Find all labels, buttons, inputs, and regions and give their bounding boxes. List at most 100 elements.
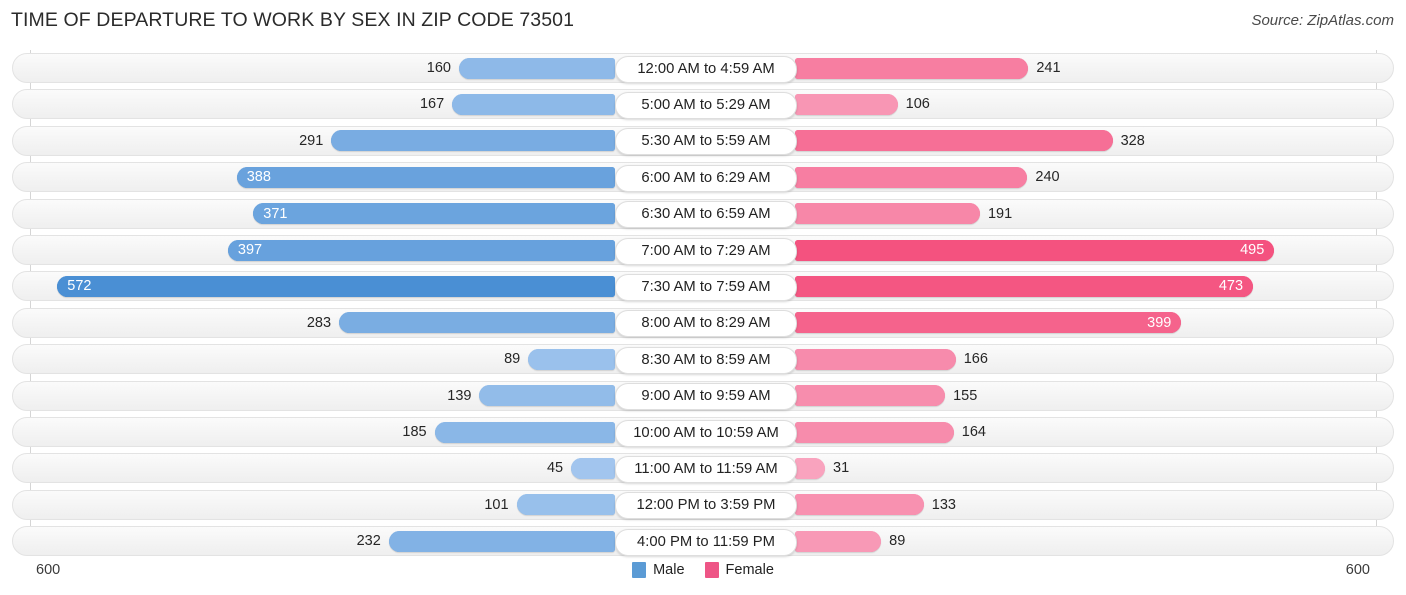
value-label-female: 399 [1147,314,1172,331]
bar-female-fill [795,203,980,225]
chart-row: 291 328 5:30 AM to 5:59 AM [12,125,1394,156]
chart-row: 167 106 5:00 AM to 5:29 AM [12,89,1394,120]
value-label-female: 106 [905,96,930,113]
value-label-male: 371 [263,205,288,222]
bar-female-fill [795,494,924,516]
bar-male-fill [571,457,615,479]
bar-female[interactable] [795,203,980,225]
bar-female-fill [795,348,956,370]
value-label-male: 397 [237,242,263,258]
bar-male[interactable] [528,348,615,370]
bar-male[interactable] [227,239,615,261]
category-label: 11:00 AM to 11:59 AM [615,455,797,483]
category-label: 4:00 PM to 11:59 PM [615,528,797,556]
page-title: TIME OF DEPARTURE TO WORK BY SEX IN ZIP … [11,9,575,31]
value-label-male: 232 [356,533,381,550]
chart-row: 283 399 8:00 AM to 8:29 AM [12,307,1394,338]
value-label-female: 240 [1035,169,1060,186]
bar-male[interactable] [57,275,615,297]
category-label: 8:00 AM to 8:29 AM [615,310,797,338]
bar-female-fill [795,57,1029,79]
bar-male-fill [479,385,615,407]
value-label-male: 167 [419,96,445,113]
legend-item[interactable]: Male [632,562,685,578]
chart-plot-area: 160 241 12:00 AM to 4:59 AM 167 106 5:00 AM t… [0,50,1406,557]
value-label-female: 495 [1240,242,1265,258]
value-label-female: 241 [1036,60,1061,76]
legend-swatch-icon [704,562,719,578]
value-label-female: 133 [931,496,956,513]
value-label-female: 191 [987,205,1013,222]
bar-female[interactable] [795,93,898,115]
bar-male[interactable] [434,421,615,443]
bar-female[interactable] [795,348,956,370]
bar-male[interactable] [452,93,615,115]
bar-male-fill [339,312,615,334]
chart-row: 572 473 7:30 AM to 7:59 AM [12,271,1394,302]
category-label: 6:30 AM to 6:59 AM [615,201,797,229]
bar-female[interactable] [795,166,1028,188]
source-attribution: Source: ZipAtlas.com [1251,12,1394,29]
category-label: 12:00 PM to 3:59 PM [615,492,797,520]
bar-male[interactable] [388,530,615,552]
bar-male-fill [459,57,615,79]
chart-row: 397 495 7:00 AM to 7:29 AM [12,235,1394,265]
bar-male[interactable] [459,57,615,79]
bar-male-fill [452,93,615,115]
chart-row: 388 240 6:00 AM to 6:29 AM [12,162,1394,193]
value-label-female: 328 [1120,132,1145,149]
bar-female[interactable] [795,130,1113,152]
value-label-male: 185 [402,424,427,440]
bar-male[interactable] [236,166,615,188]
chart-footer: 600 600 Male Female [0,552,1406,595]
value-label-male: 572 [67,278,92,295]
legend-label: Female [725,562,774,578]
chart-row: 185 164 10:00 AM to 10:59 AM [12,417,1394,447]
bar-male[interactable] [479,385,615,407]
bar-female-fill [795,457,826,479]
category-label: 7:00 AM to 7:29 AM [615,237,797,265]
legend-swatch-icon [632,562,647,578]
value-label-male: 139 [447,387,472,404]
legend-item[interactable]: Female [704,562,774,578]
bar-female[interactable] [795,530,882,552]
bar-female-fill [795,312,1182,334]
bar-female[interactable] [795,275,1254,297]
value-label-male: 101 [484,496,509,513]
value-label-female: 164 [961,424,986,440]
value-label-female: 166 [963,351,988,368]
chart-row: 160 241 12:00 AM to 4:59 AM [12,53,1394,83]
bar-male-fill [434,421,615,443]
bar-male-fill [253,203,615,225]
category-label: 12:00 AM to 4:59 AM [615,55,797,83]
bar-male-fill [331,130,615,152]
value-label-female: 155 [953,387,978,404]
bar-female[interactable] [795,457,826,479]
category-label: 6:00 AM to 6:29 AM [615,164,797,192]
bar-male-fill [528,348,615,370]
bar-male[interactable] [339,312,615,334]
category-label: 5:00 AM to 5:29 AM [615,91,797,119]
bar-female[interactable] [795,57,1029,79]
value-label-male: 283 [306,314,332,331]
value-label-male: 160 [426,60,451,76]
bar-female[interactable] [795,239,1275,261]
category-label: 7:30 AM to 7:59 AM [615,273,797,301]
bar-female-fill [795,421,954,443]
bar-female-fill [795,275,1254,297]
bar-female[interactable] [795,494,924,516]
value-label-male: 388 [246,169,271,186]
bar-female[interactable] [795,385,946,407]
bar-male[interactable] [516,494,615,516]
bar-male[interactable] [331,130,615,152]
bar-female-fill [795,385,946,407]
chart-row: 139 155 9:00 AM to 9:59 AM [12,380,1394,411]
bar-female[interactable] [795,421,954,443]
category-label: 10:00 AM to 10:59 AM [615,419,797,447]
bar-male-fill [57,275,615,297]
bar-male[interactable] [571,457,615,479]
value-label-female: 89 [889,533,906,550]
bar-female[interactable] [795,312,1182,334]
bar-male[interactable] [253,203,615,225]
value-label-female: 473 [1218,278,1244,295]
